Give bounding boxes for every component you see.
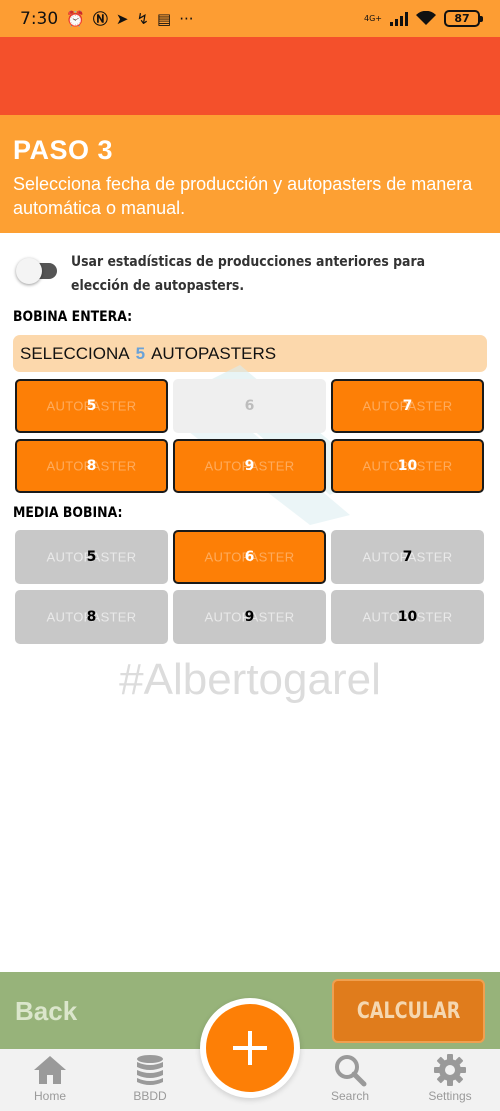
- nav-item-bbdd[interactable]: BBDD: [110, 1053, 190, 1103]
- battery-icon: 87: [444, 10, 483, 27]
- system-icons: 4G+ 87: [364, 10, 483, 27]
- tile-number: 9: [244, 458, 255, 474]
- watermark-text: #Albertogarel: [119, 655, 381, 704]
- plus-icon: [233, 1031, 267, 1065]
- bobina-entera-autopaster-6[interactable]: 6: [173, 379, 326, 433]
- bobina-entera-autopaster-7[interactable]: AUTOPASTER 7: [331, 379, 484, 433]
- media-bobina-autopaster-7[interactable]: AUTOPASTER 7: [331, 530, 484, 584]
- media-bobina-autopaster-8[interactable]: AUTOPASTER 8: [15, 590, 168, 644]
- more-notifications-icon: ···: [179, 9, 194, 28]
- database-icon: [137, 1055, 163, 1085]
- status-time: 7:30: [20, 8, 59, 29]
- bobina-entera-autopaster-8[interactable]: AUTOPASTER 8: [15, 439, 168, 493]
- tile-number: 7: [402, 549, 413, 565]
- calculate-button-label: CALCULAR: [356, 998, 461, 1024]
- signal-icon: [390, 11, 408, 26]
- bobina-entera-grid: AUTOPASTER 5 6 AUTOPASTER 7 AUTOPASTER 8…: [15, 379, 485, 493]
- nav-label-home: Home: [33, 1089, 66, 1103]
- nav-item-search[interactable]: Search: [310, 1053, 390, 1103]
- statistics-toggle[interactable]: [13, 257, 57, 285]
- media-bobina-label: MEDIA BOBINA:: [13, 505, 123, 521]
- home-icon: [34, 1056, 66, 1084]
- search-icon: [335, 1055, 367, 1087]
- alarm-icon: ⏰: [66, 9, 85, 28]
- nav-item-home[interactable]: Home: [10, 1053, 90, 1103]
- select-suffix: AUTOPASTERS: [151, 343, 277, 363]
- app-screen: 7:30 ⏰ Ⓝ ➤ ↯ ▤ ··· 4G+ 87 PASO 3 Selecci…: [0, 0, 500, 1111]
- toggle-thumb: [16, 258, 42, 284]
- gear-icon: [434, 1054, 466, 1086]
- message-icon: ▤: [157, 9, 172, 28]
- telegram-icon: ➤: [115, 9, 129, 28]
- statistics-toggle-label: Usar estadísticas de producciones anteri…: [71, 254, 426, 294]
- tile-number: 7: [402, 398, 413, 414]
- media-bobina-grid: AUTOPASTER 5 AUTOPASTER 6 AUTOPASTER 7 A…: [15, 530, 485, 644]
- media-bobina-autopaster-5[interactable]: AUTOPASTER 5: [15, 530, 168, 584]
- select-prefix: SELECCIONA: [20, 343, 130, 363]
- status-bar: 7:30 ⏰ Ⓝ ➤ ↯ ▤ ··· 4G+ 87: [0, 0, 500, 37]
- tile-number: 10: [397, 458, 418, 474]
- nav-label-settings: Settings: [428, 1089, 472, 1103]
- media-bobina-autopaster-9[interactable]: AUTOPASTER 9: [173, 590, 326, 644]
- back-button[interactable]: Back: [15, 996, 77, 1027]
- add-fab-inner: [206, 1004, 294, 1092]
- nav-label-bbdd: BBDD: [133, 1089, 167, 1103]
- select-autopasters-banner: SELECCIONA 5 AUTOPASTERS: [13, 335, 487, 372]
- network-type: 4G+: [364, 13, 382, 23]
- tile-number: 6: [244, 398, 255, 414]
- media-bobina-autopaster-10[interactable]: AUTOPASTER 10: [331, 590, 484, 644]
- tile-number: 6: [244, 549, 255, 565]
- nav-item-settings[interactable]: Settings: [410, 1053, 490, 1103]
- tile-number: 8: [86, 609, 97, 625]
- calculate-button[interactable]: CALCULAR: [332, 979, 485, 1043]
- missed-call-icon: ↯: [136, 9, 150, 28]
- statistics-toggle-row: Usar estadísticas de producciones anteri…: [13, 250, 488, 298]
- notification-icons: ⏰ Ⓝ ➤ ↯ ▤ ···: [66, 8, 193, 29]
- bobina-entera-label: BOBINA ENTERA:: [13, 309, 133, 325]
- top-banner: [0, 37, 500, 115]
- tile-number: 8: [86, 458, 97, 474]
- nav-label-search: Search: [330, 1089, 370, 1103]
- tile-number: 5: [86, 398, 97, 414]
- step-title: PASO 3: [13, 135, 114, 165]
- nfc-icon: Ⓝ: [92, 10, 108, 28]
- select-count: 5: [135, 343, 146, 363]
- bobina-entera-autopaster-5[interactable]: AUTOPASTER 5: [15, 379, 168, 433]
- bobina-entera-autopaster-10[interactable]: AUTOPASTER 10: [331, 439, 484, 493]
- add-fab-button[interactable]: [200, 998, 300, 1098]
- tile-number: 9: [244, 609, 255, 625]
- wifi-icon: [416, 11, 436, 25]
- bobina-entera-autopaster-9[interactable]: AUTOPASTER 9: [173, 439, 326, 493]
- step-header: PASO 3 Selecciona fecha de producción y …: [0, 115, 500, 233]
- tile-number: 5: [86, 549, 97, 565]
- step-description: Selecciona fecha de producción y autopas…: [13, 174, 473, 218]
- tile-number: 10: [397, 609, 418, 625]
- media-bobina-autopaster-6[interactable]: AUTOPASTER 6: [173, 530, 326, 584]
